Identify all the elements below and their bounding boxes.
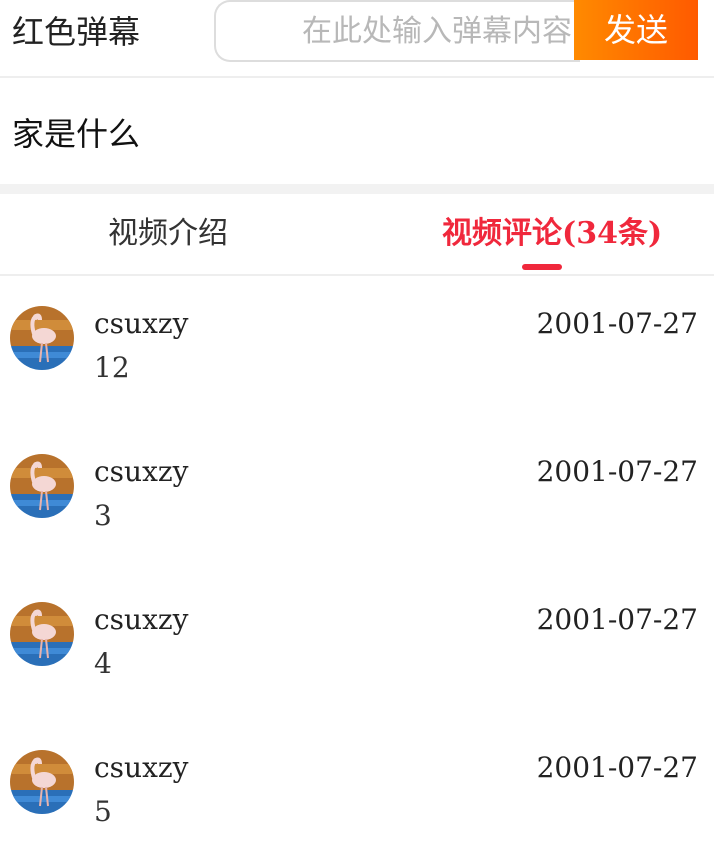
section-divider — [0, 184, 714, 194]
comment-username: csuxzy — [94, 603, 189, 636]
comment-username: csuxzy — [94, 751, 189, 784]
comment-date: 2001-07-27 — [536, 455, 698, 488]
send-button[interactable]: 发送 — [574, 0, 698, 60]
comment-date: 2001-07-27 — [536, 603, 698, 636]
tab-bar: 视频介绍 视频评论(34条) — [0, 194, 714, 276]
danmu-color-selector[interactable]: 红色弹幕 — [12, 10, 140, 54]
tab-video-comments[interactable]: 视频评论(34条) — [442, 212, 662, 256]
flamingo-avatar-icon[interactable] — [10, 454, 74, 518]
comment-content: 3 — [94, 499, 112, 532]
video-title: 家是什么 — [12, 115, 141, 153]
comment-username: csuxzy — [94, 307, 189, 340]
comment-item: csuxzy 2001-07-27 4 — [0, 572, 714, 720]
flamingo-avatar-icon[interactable] — [10, 306, 74, 370]
comment-list: csuxzy 2001-07-27 12 csuxzy 2001-07-27 3 — [0, 276, 714, 868]
comment-item: csuxzy 2001-07-27 3 — [0, 424, 714, 572]
flamingo-avatar-icon[interactable] — [10, 750, 74, 814]
tab-video-intro[interactable]: 视频介绍 — [108, 212, 228, 256]
comment-date: 2001-07-27 — [536, 307, 698, 340]
danmu-input[interactable] — [214, 0, 580, 62]
comment-item: csuxzy 2001-07-27 5 — [0, 720, 714, 868]
danmu-bar: 红色弹幕 发送 — [0, 0, 714, 78]
comment-content: 4 — [94, 647, 112, 680]
flamingo-avatar-icon[interactable] — [10, 602, 74, 666]
comment-item: csuxzy 2001-07-27 12 — [0, 276, 714, 424]
comment-content: 12 — [94, 351, 130, 384]
comment-username: csuxzy — [94, 455, 189, 488]
active-tab-indicator — [522, 264, 562, 270]
comment-date: 2001-07-27 — [536, 751, 698, 784]
comment-content: 5 — [94, 795, 112, 828]
